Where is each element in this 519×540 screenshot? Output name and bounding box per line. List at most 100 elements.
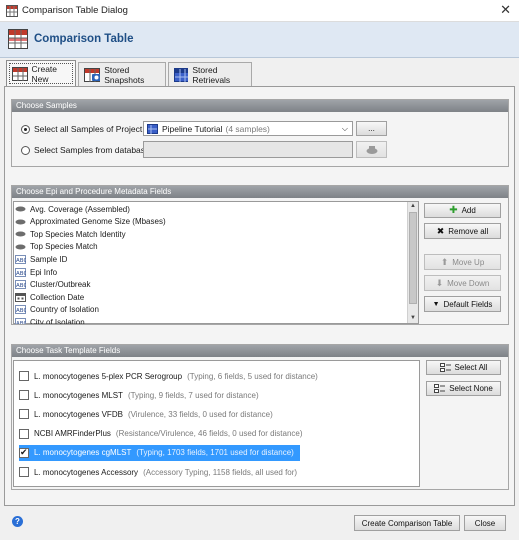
metadata-field-label: Avg. Coverage (Assembled)	[30, 204, 130, 214]
metadata-field-item[interactable]: Top Species Match Identity	[15, 228, 126, 240]
move-down-button[interactable]: ⬇ Move Down	[424, 275, 501, 291]
tab-bar: Create New Stored Snapshots Stored Retri…	[0, 58, 519, 87]
default-fields-label: Default Fields	[443, 299, 493, 309]
text-field-icon: ABC	[15, 305, 26, 315]
help-icon[interactable]: ?	[12, 516, 23, 527]
metadata-field-item[interactable]: ABC Cluster/Outbreak	[15, 279, 90, 291]
svg-text:ABC: ABC	[16, 271, 26, 277]
database-select-button[interactable]	[356, 141, 387, 158]
svg-text:ABC: ABC	[16, 308, 26, 314]
date-field-icon	[15, 292, 26, 302]
task-template-name: L. monocytogenes Accessory	[34, 467, 139, 477]
close-window-button[interactable]: ✕	[500, 2, 511, 18]
text-field-icon: ABC	[15, 254, 26, 264]
plus-icon: ✚	[449, 205, 458, 216]
metadata-field-label: Sample ID	[30, 254, 68, 264]
add-field-button[interactable]: ✚ Add	[424, 203, 501, 218]
task-template-item[interactable]: L. monocytogenes Accessory (Accessory Typ…	[19, 464, 297, 480]
task-template-detail: (Typing, 1703 fields, 1701 used for dist…	[136, 448, 294, 458]
metadata-rows: Avg. Coverage (Assembled) Approximated Ge…	[13, 201, 408, 324]
scroll-up-icon[interactable]: ▲	[408, 202, 418, 211]
radio-project-option[interactable]: Select all Samples of Project:	[21, 124, 145, 134]
task-template-name: NCBI AMRFinderPlus	[34, 429, 111, 439]
select-none-label: Select None	[449, 384, 493, 393]
metadata-field-item[interactable]: Collection Date	[15, 291, 84, 303]
metadata-field-item[interactable]: Top Species Match	[15, 241, 98, 253]
task-template-checkbox[interactable]	[19, 447, 29, 458]
task-template-checkbox[interactable]	[19, 371, 29, 381]
move-down-label: Move Down	[447, 278, 490, 288]
radio-project[interactable]	[21, 124, 30, 134]
dialog-header: Comparison Table	[0, 22, 519, 58]
task-template-item[interactable]: L. monocytogenes MLST (Typing, 9 fields, …	[19, 387, 259, 403]
remove-all-button[interactable]: ✖ Remove all	[424, 223, 501, 239]
metadata-field-item[interactable]: ABC Country of Isolation	[15, 304, 99, 316]
snapshot-icon	[84, 67, 101, 82]
task-template-item[interactable]: L. monocytogenes VFDB (Virulence, 33 fiel…	[19, 406, 273, 422]
metadata-field-label: Collection Date	[30, 292, 85, 302]
default-fields-button[interactable]: ▼ Default Fields	[424, 296, 501, 312]
select-all-icon	[439, 363, 451, 372]
metadata-field-label: Epi Info	[30, 267, 58, 277]
task-template-detail: (Virulence, 33 fields, 0 used for distan…	[127, 409, 273, 419]
database-samples-field[interactable]	[143, 141, 353, 158]
remove-all-label: Remove all	[448, 226, 489, 236]
chevron-down-icon[interactable]: ⌵	[342, 124, 348, 134]
task-template-item[interactable]: L. monocytogenes cgMLST (Typing, 1703 fie…	[19, 444, 300, 461]
select-all-button[interactable]: Select All	[426, 360, 501, 375]
metadata-field-item[interactable]: Avg. Coverage (Assembled)	[15, 203, 130, 215]
remove-x-icon: ✖	[436, 225, 445, 236]
window-titlebar: Comparison Table Dialog ✕	[0, 0, 519, 22]
select-none-button[interactable]: Select None	[426, 381, 501, 396]
metadata-field-item[interactable]: ABC Sample ID	[15, 253, 67, 265]
metadata-field-label: Cluster/Outbreak	[30, 280, 91, 290]
metadata-section-title: Choose Epi and Procedure Metadata Fields	[12, 186, 508, 198]
task-template-item[interactable]: NCBI AMRFinderPlus (Resistance/Virulence,…	[19, 426, 303, 442]
move-up-button[interactable]: ⬆ Move Up	[424, 254, 501, 270]
dropdown-arrow-icon: ▼	[432, 300, 440, 308]
task-template-detail: (Typing, 6 fields, 5 used for distance)	[187, 371, 318, 381]
radio-database-label: Select Samples from database:	[34, 145, 153, 155]
metadata-field-label: Top Species Match	[30, 242, 98, 252]
database-icon	[366, 146, 377, 154]
metadata-field-item[interactable]: ABC City of Isolation	[15, 316, 85, 324]
radio-database-option[interactable]: Select Samples from database:	[21, 145, 152, 155]
window-title: Comparison Table Dialog	[22, 5, 128, 16]
svg-text:ABC: ABC	[16, 258, 26, 264]
close-button[interactable]: Close	[464, 515, 506, 531]
tab-stored-retrievals[interactable]: Stored Retrievals	[168, 62, 252, 86]
metadata-field-label: Country of Isolation	[30, 305, 99, 315]
tab-stored-snapshots[interactable]: Stored Snapshots	[78, 62, 166, 86]
tab-create-new[interactable]: Create New	[6, 60, 76, 87]
task-template-detail: (Resistance/Virulence, 46 fields, 0 used…	[115, 429, 303, 439]
text-field-icon: ABC	[15, 267, 26, 277]
project-combobox[interactable]: Pipeline Tutorial (4 samples) ⌵	[143, 121, 353, 136]
dialog-title: Comparison Table	[34, 33, 134, 45]
task-template-checkbox[interactable]	[19, 428, 29, 439]
task-template-item[interactable]: L. monocytogenes 5-plex PCR Serogroup (Ty…	[19, 368, 318, 384]
arrow-down-icon: ⬇	[435, 277, 444, 288]
metadata-field-item[interactable]: Approximated Genome Size (Mbases)	[15, 216, 166, 228]
scroll-down-icon[interactable]: ▼	[408, 314, 418, 323]
metadata-list-scrollbar[interactable]: ▲ ▼	[407, 202, 418, 323]
metadata-field-item[interactable]: ABC Epi Info	[15, 266, 57, 278]
arrow-up-icon: ⬆	[440, 256, 449, 267]
comparison-table-icon	[8, 29, 28, 49]
create-comparison-table-button[interactable]: Create Comparison Table	[354, 515, 460, 531]
task-template-checkbox[interactable]	[19, 409, 29, 420]
task-template-name: L. monocytogenes cgMLST	[34, 448, 132, 458]
svg-text:ABC: ABC	[16, 283, 26, 289]
radio-project-label: Select all Samples of Project:	[34, 124, 145, 134]
scroll-thumb[interactable]	[409, 212, 417, 304]
app-table-icon	[6, 5, 18, 17]
numeric-field-icon	[15, 244, 26, 250]
dialog-footer: ? Create Comparison Table Close	[0, 506, 519, 540]
project-table-icon	[147, 123, 158, 134]
browse-project-button[interactable]: ...	[356, 121, 387, 136]
numeric-field-icon	[15, 219, 26, 225]
task-template-checkbox[interactable]	[19, 467, 29, 477]
task-template-detail: (Typing, 9 fields, 7 used for distance)	[127, 390, 259, 400]
task-template-checkbox[interactable]	[19, 390, 29, 401]
task-template-detail: (Accessory Typing, 1158 fields, all used…	[143, 467, 298, 477]
radio-database[interactable]	[21, 145, 30, 155]
